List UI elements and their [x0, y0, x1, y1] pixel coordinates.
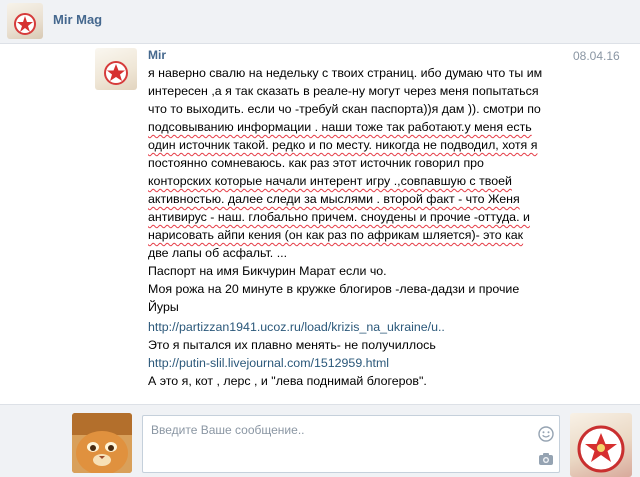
message-line: один источник такой. редко и по месту. н…: [148, 138, 538, 152]
message-line: нарисовать айпи кения (он как раз по афр…: [148, 228, 524, 242]
message-line: Это я пытался их плавно менять- не получ…: [148, 338, 436, 352]
message-line: подсовыванию информации . наши тоже так …: [148, 120, 532, 134]
camera-icon[interactable]: [538, 452, 554, 466]
message-line: антивирус - наш. глобально причем. сноуд…: [148, 210, 530, 224]
message-author-avatar[interactable]: [95, 48, 137, 90]
message-line: интересен ,а я так сказать в реале-ну мо…: [148, 84, 539, 98]
message-line: что то выходить. если чо -требуй скан па…: [148, 102, 541, 116]
my-avatar[interactable]: [72, 413, 132, 473]
message-line: активностью. далее следи за мыслями . вт…: [148, 192, 520, 206]
message-text: я наверно свалю на недельку с твоих стра…: [148, 64, 568, 390]
message-line: я наверно свалю на недельку с твоих стра…: [148, 66, 543, 80]
message-link[interactable]: http://putin-slil.livejournal.com/151295…: [148, 356, 389, 370]
chat-avatar[interactable]: [7, 3, 43, 39]
message-history[interactable]: Mir 08.04.16 я наверно свалю на недельку…: [0, 44, 640, 404]
message-line: Йуры: [148, 300, 179, 314]
message-line: две лапы об асфальт. ...: [148, 246, 288, 260]
message-input[interactable]: [143, 416, 523, 472]
peer-avatar[interactable]: [570, 413, 632, 477]
message-line: Паспорт на имя Бикчурин Марат если чо.: [148, 264, 387, 278]
chat-title[interactable]: Mir Mag: [53, 12, 102, 27]
message-line: конторских которые начали интерент игру …: [148, 174, 512, 188]
chat-header: Mir Mag: [0, 0, 640, 44]
message-link[interactable]: http://partizzan1941.ucoz.ru/load/krizis…: [148, 320, 445, 334]
message-author[interactable]: Mir: [148, 48, 166, 62]
message-line: постоянно сомневаюсь. как раз этот источ…: [148, 156, 484, 170]
smile-icon[interactable]: [538, 426, 554, 442]
message-composer: [0, 404, 640, 477]
message-date: 08.04.16: [573, 49, 620, 63]
message-line: А это я, кот , лерс , и "лева поднимай б…: [148, 374, 427, 388]
message-line: Моя рожа на 20 минуте в кружке блогиров …: [148, 282, 520, 296]
message-input-box[interactable]: [142, 415, 560, 473]
